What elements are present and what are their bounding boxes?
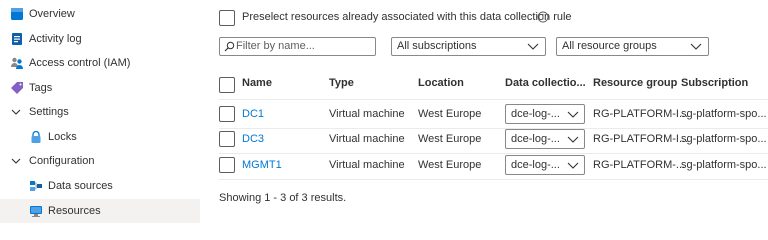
- chevron-down-icon: [567, 110, 579, 119]
- resource-group: RG-PLATFORM-...: [593, 159, 686, 171]
- sidebar-group-label: Configuration: [29, 155, 95, 167]
- sidebar-group-settings[interactable]: Settings: [0, 100, 200, 124]
- row-checkbox[interactable]: [219, 106, 235, 122]
- sidebar-item-activity-log[interactable]: Activity log: [0, 27, 200, 51]
- resource-location: West Europe: [418, 133, 482, 145]
- tag-icon: [10, 81, 24, 95]
- sidebar-item-data-sources[interactable]: Data sources: [0, 174, 200, 198]
- subscription: sg-platform-spo...: [681, 159, 767, 171]
- column-header-resource-group[interactable]: Resource group: [593, 77, 677, 93]
- chevron-down-icon: [10, 155, 22, 167]
- resource-type: Virtual machine: [329, 108, 405, 120]
- subscription: sg-platform-spo...: [681, 133, 767, 145]
- filter-by-name-input[interactable]: Filter by name...: [219, 37, 376, 56]
- dce-value: dce-log-...: [511, 108, 560, 120]
- table-row: DC1 Virtual machine West Europe dce-log-…: [219, 100, 768, 128]
- resource-location: West Europe: [418, 108, 482, 120]
- select-all-checkbox[interactable]: [219, 77, 235, 93]
- resource-name-link[interactable]: DC3: [242, 133, 264, 145]
- resources-panel: Preselect resources already associated w…: [219, 0, 768, 232]
- chevron-down-icon: [567, 135, 579, 144]
- sidebar-item-locks[interactable]: Locks: [0, 125, 200, 149]
- resource-groups-value: All resource groups: [562, 40, 657, 52]
- resources-icon: [29, 204, 43, 218]
- people-icon: [10, 56, 24, 70]
- lock-icon: [29, 130, 43, 144]
- sidebar-item-label: Overview: [29, 8, 75, 20]
- chevron-down-icon: [690, 42, 702, 51]
- dce-value: dce-log-...: [511, 133, 560, 145]
- sidebar-group-label: Settings: [29, 106, 69, 118]
- preselect-label: Preselect resources already associated w…: [242, 11, 572, 23]
- sidebar-item-label: Locks: [48, 131, 77, 143]
- sidebar-item-resources[interactable]: Resources: [0, 199, 200, 223]
- dce-dropdown[interactable]: dce-log-...: [505, 104, 585, 124]
- sidebar-item-overview[interactable]: Overview: [0, 2, 200, 26]
- table-row: DC3 Virtual machine West Europe dce-log-…: [219, 125, 768, 153]
- sidebar-item-tags[interactable]: Tags: [0, 76, 200, 100]
- dce-value: dce-log-...: [511, 159, 560, 171]
- column-header-subscription[interactable]: Subscription: [681, 77, 748, 93]
- chevron-down-icon: [10, 106, 22, 118]
- info-icon[interactable]: [537, 11, 549, 23]
- subscriptions-value: All subscriptions: [397, 40, 477, 52]
- preselect-checkbox[interactable]: [219, 10, 235, 26]
- dce-dropdown[interactable]: dce-log-...: [505, 155, 585, 175]
- sidebar-item-label: Tags: [29, 82, 53, 94]
- resource-location: West Europe: [418, 159, 482, 171]
- resource-type: Virtual machine: [329, 133, 405, 145]
- search-icon: [224, 41, 235, 52]
- sidebar: Overview Activity log Access control (IA…: [0, 0, 200, 232]
- resource-groups-dropdown[interactable]: All resource groups: [556, 37, 709, 56]
- sidebar-item-label: Activity log: [29, 33, 82, 45]
- resource-group: RG-PLATFORM-I...: [593, 133, 689, 145]
- sidebar-item-access-control[interactable]: Access control (IAM): [0, 51, 200, 75]
- column-header-type[interactable]: Type: [329, 77, 354, 93]
- resource-type: Virtual machine: [329, 159, 405, 171]
- activity-log-icon: [10, 32, 24, 46]
- row-checkbox[interactable]: [219, 157, 235, 173]
- resource-group: RG-PLATFORM-I...: [593, 108, 689, 120]
- sidebar-item-label: Data sources: [48, 180, 113, 192]
- sidebar-item-label: Access control (IAM): [29, 57, 131, 69]
- filter-placeholder: Filter by name...: [236, 40, 315, 52]
- data-sources-icon: [29, 179, 43, 193]
- column-header-name[interactable]: Name: [242, 77, 272, 93]
- column-header-data-collection-endpoint[interactable]: Data collectio...: [505, 77, 586, 93]
- chevron-down-icon: [567, 161, 579, 170]
- sidebar-item-label: Resources: [48, 205, 101, 217]
- row-checkbox[interactable]: [219, 131, 235, 147]
- dce-dropdown[interactable]: dce-log-...: [505, 129, 585, 149]
- column-header-location[interactable]: Location: [418, 77, 464, 93]
- results-count: Showing 1 - 3 of 3 results.: [219, 192, 347, 204]
- preselect-option: Preselect resources already associated w…: [219, 10, 579, 26]
- chevron-down-icon: [527, 42, 539, 51]
- resource-name-link[interactable]: MGMT1: [242, 159, 282, 171]
- sidebar-group-configuration[interactable]: Configuration: [0, 149, 200, 173]
- overview-icon: [10, 7, 24, 21]
- subscriptions-dropdown[interactable]: All subscriptions: [391, 37, 546, 56]
- row-divider: [219, 179, 768, 180]
- subscription: sg-platform-spo...: [681, 108, 767, 120]
- resource-name-link[interactable]: DC1: [242, 108, 264, 120]
- table-row: MGMT1 Virtual machine West Europe dce-lo…: [219, 151, 768, 179]
